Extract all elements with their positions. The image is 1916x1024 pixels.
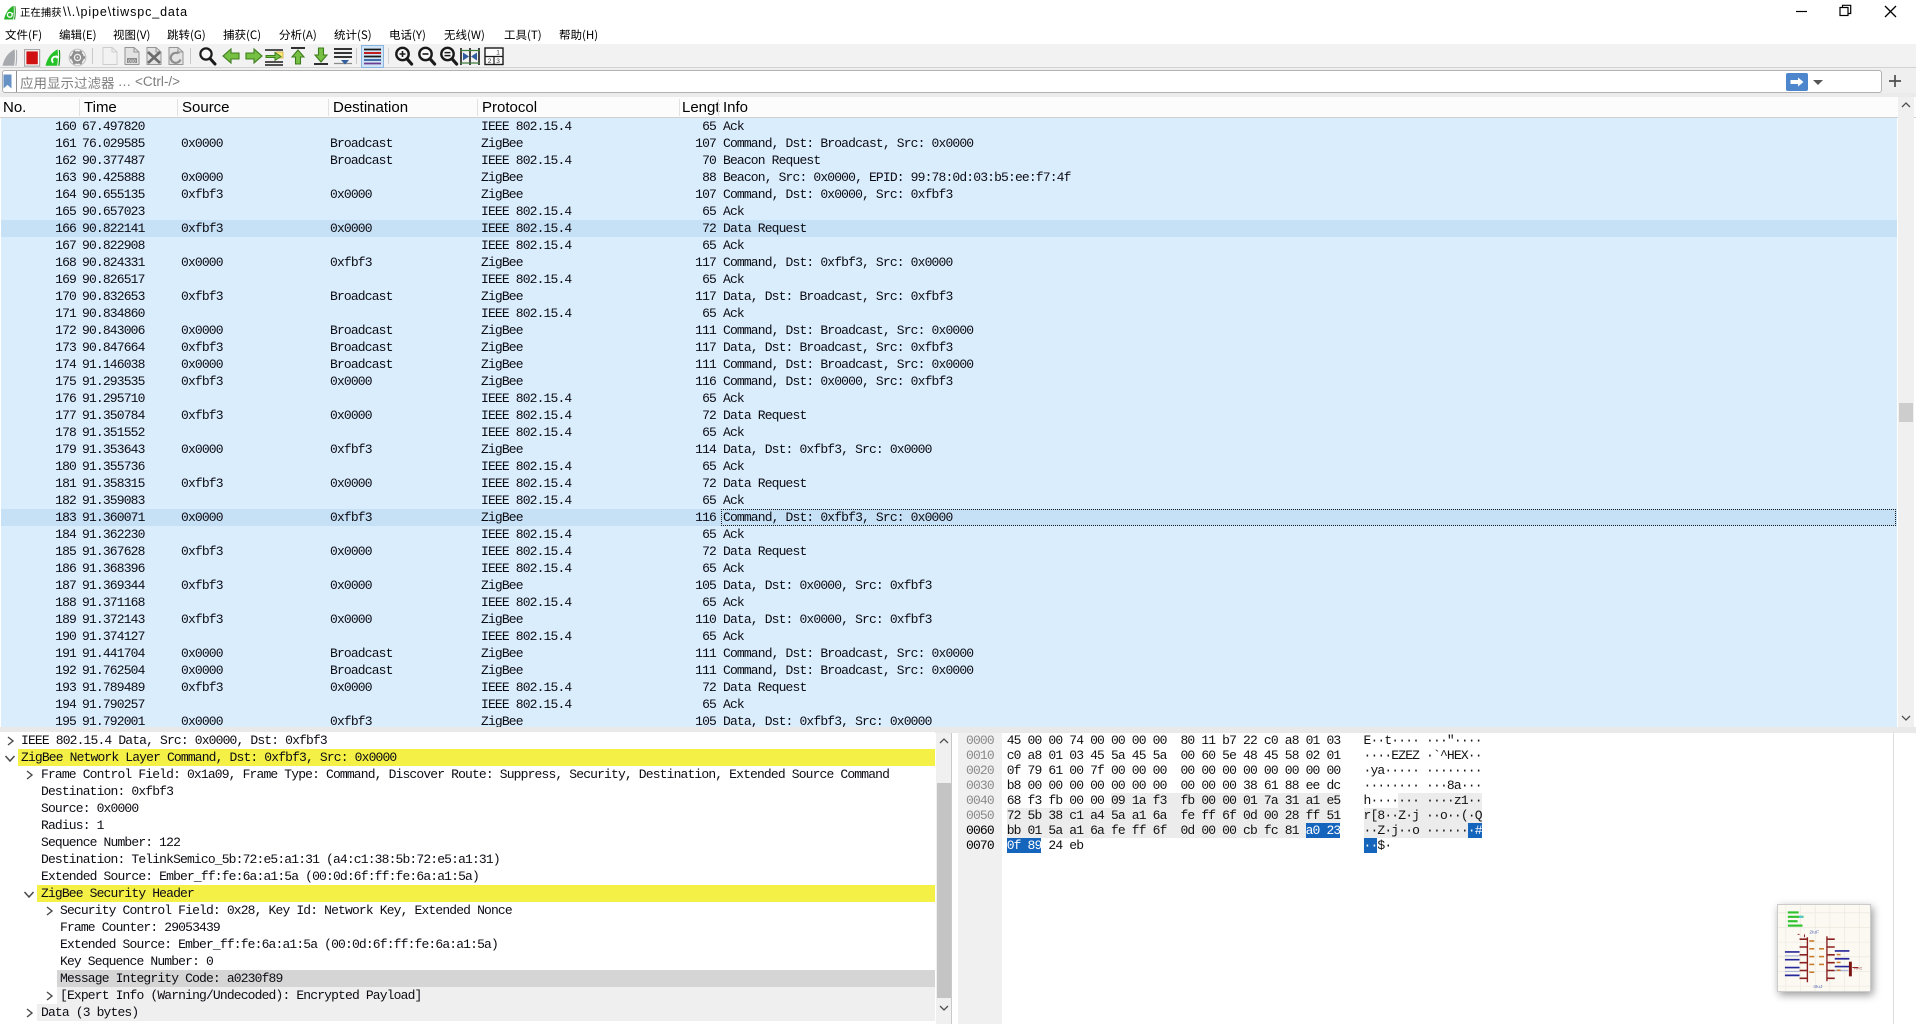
svg-text:4IuJ: 4IuJ (1813, 984, 1823, 990)
svg-text:2: 2 (488, 58, 492, 65)
svg-text:1: 1 (496, 50, 500, 57)
svg-text:3: 3 (496, 58, 500, 65)
svg-text:RFC: RFC (1854, 966, 1862, 971)
svg-text:2IuF: 2IuF (1809, 929, 1819, 935)
svg-text:010: 010 (128, 58, 136, 63)
